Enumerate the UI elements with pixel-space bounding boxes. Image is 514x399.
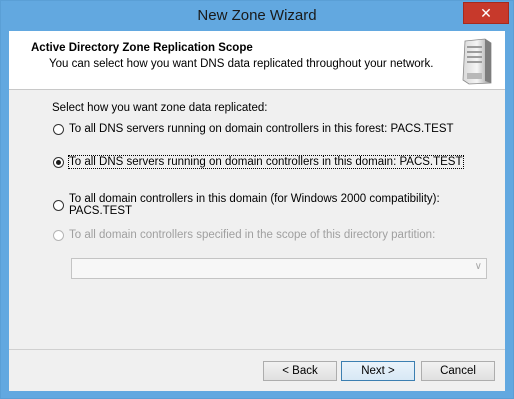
radio-win2000[interactable] [53, 199, 64, 211]
option-win2000[interactable]: To all domain controllers in this domain… [53, 193, 505, 217]
option-domain-label[interactable]: To all DNS servers running on domain con… [68, 155, 464, 169]
replication-prompt: Select how you want zone data replicated… [52, 102, 268, 114]
close-button[interactable]: ✕ [463, 2, 509, 24]
radio-forest[interactable] [53, 123, 64, 135]
title-bar[interactable]: New Zone Wizard ✕ [1, 1, 513, 31]
cancel-button[interactable]: Cancel [421, 361, 495, 381]
page-title: Active Directory Zone Replication Scope [31, 42, 253, 54]
back-button[interactable]: < Back [263, 361, 337, 381]
radio-partition [53, 229, 64, 241]
option-win2000-label[interactable]: To all domain controllers in this domain… [69, 193, 505, 217]
partition-combo: ∨ [71, 258, 487, 279]
server-icon [462, 38, 492, 85]
page-subtitle: You can select how you want DNS data rep… [49, 58, 434, 70]
wizard-body: Select how you want zone data replicated… [9, 90, 505, 391]
next-button[interactable]: Next > [341, 361, 415, 381]
wizard-window: New Zone Wizard ✕ Active Directory Zone … [0, 0, 514, 399]
option-partition: To all domain controllers specified in t… [53, 229, 435, 241]
option-partition-label: To all domain controllers specified in t… [69, 229, 436, 241]
close-icon: ✕ [480, 5, 492, 21]
option-forest[interactable]: To all DNS servers running on domain con… [53, 123, 454, 135]
option-domain[interactable]: To all DNS servers running on domain con… [53, 155, 464, 169]
option-forest-label[interactable]: To all DNS servers running on domain con… [69, 123, 454, 135]
wizard-header: Active Directory Zone Replication Scope … [9, 31, 505, 90]
chevron-down-icon: ∨ [474, 261, 482, 272]
window-title: New Zone Wizard [197, 7, 317, 24]
radio-domain[interactable] [53, 156, 64, 168]
footer-divider [9, 349, 505, 350]
